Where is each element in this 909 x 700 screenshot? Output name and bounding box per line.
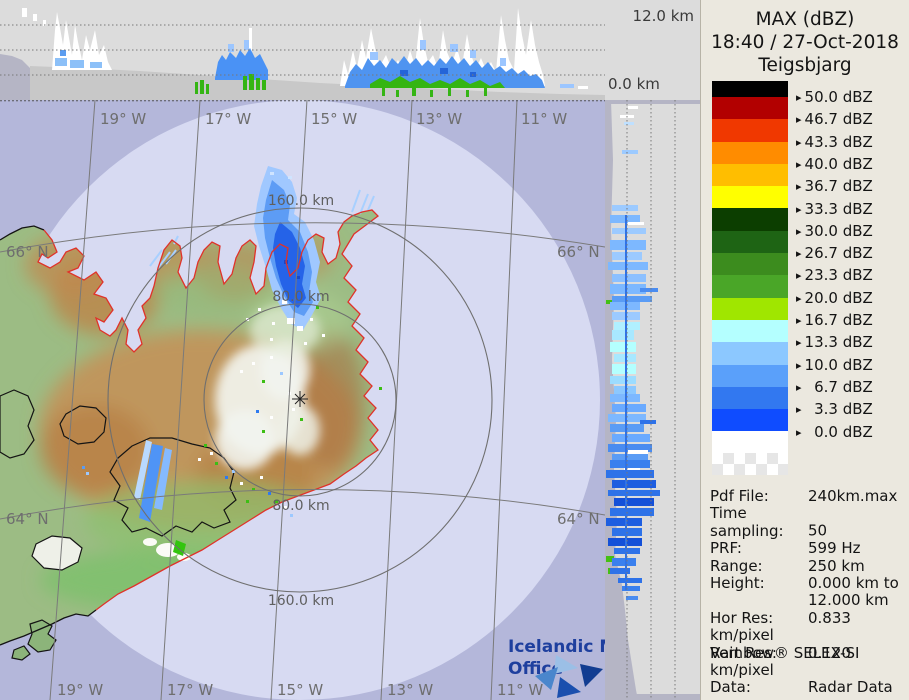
metadata-row: Hor Res: 0.833 km/pixel <box>710 608 851 645</box>
lon-label-bottom-15w: 15° W <box>277 681 323 699</box>
metadata-row: Height: 0.000 km to <box>710 574 899 593</box>
color-swatch-column <box>712 81 788 476</box>
lon-label-top-17w: 17° W <box>205 110 251 128</box>
lon-label-bottom-11w: 11° W <box>497 681 543 699</box>
tick-arrow-icon: ▸ <box>796 314 802 327</box>
station-name: Teigsbjarg <box>758 55 852 76</box>
scale-band <box>712 386 788 410</box>
height-axis-max-label: 12.0 km <box>632 7 694 25</box>
radar-display: 12.0 km 0.0 km 160.0 km 80.0 km 80.0 km … <box>0 0 909 700</box>
product-title: MAX (dBZ) <box>755 9 855 30</box>
scale-band <box>712 119 788 142</box>
tick-arrow-icon: ▸ <box>796 180 802 194</box>
scale-label: ▸ 36.7 dBZ <box>796 177 873 196</box>
transparent-band <box>712 453 788 476</box>
tick-arrow-icon: ▸ <box>796 425 802 439</box>
scale-label: ▸ 46.7 dBZ <box>796 110 873 129</box>
top-height-profile <box>0 0 605 100</box>
lon-label-top-15w: 15° W <box>311 110 357 128</box>
white-band <box>712 431 788 454</box>
scale-label: ▸ 3.3 dBZ <box>796 400 873 419</box>
metadata-row: 12.000 km <box>808 591 889 610</box>
lat-label-left-66n: 66° N <box>6 243 49 261</box>
tick-arrow-icon: ▸ <box>796 358 802 372</box>
scale-band <box>712 141 788 164</box>
metadata-row: PRF: 599 Hz <box>710 539 861 558</box>
tick-arrow-icon: ▸ <box>796 135 802 149</box>
scale-band <box>712 409 788 432</box>
height-axis-min-label: 0.0 km <box>608 75 660 93</box>
tick-arrow-icon: ▸ <box>796 380 802 394</box>
tick-arrow-icon: ▸ <box>796 157 802 171</box>
scale-band <box>712 297 788 320</box>
scale-label: ▸ 6.7 dBZ <box>796 377 873 396</box>
scale-band <box>712 275 788 298</box>
metadata-row: Time sampling: 50 <box>710 504 828 540</box>
scale-label: ▸ 26.7 dBZ <box>796 244 873 263</box>
tick-arrow-icon: ▸ <box>796 224 802 238</box>
lon-label-top-13w: 13° W <box>416 110 462 128</box>
scale-label: ▸ 20.0 dBZ <box>796 288 873 307</box>
tick-arrow-icon: ▸ <box>796 269 802 283</box>
map-edge-bar-top <box>605 100 700 104</box>
metadata-row: Data: Radar Data <box>710 678 893 697</box>
radar-map: 160.0 km 80.0 km 80.0 km 160.0 km 19° W … <box>0 100 605 700</box>
tick-arrow-icon: ▸ <box>796 336 802 350</box>
tick-arrow-icon: ▸ <box>796 202 802 216</box>
legend-panel: MAX (dBZ) 18:40 / 27-Oct-2018 Teigsbjarg… <box>700 0 909 700</box>
tick-arrow-icon: ▸ <box>796 291 802 305</box>
lon-label-bottom-17w: 17° W <box>167 681 213 699</box>
scale-label: ▸ 0.0 dBZ <box>796 422 873 441</box>
lon-label-top-19w: 19° W <box>100 110 146 128</box>
lat-label-right-66n: 66° N <box>557 243 600 261</box>
ring-label-160-bottom: 160.0 km <box>268 593 334 609</box>
product-datetime: 18:40 / 27-Oct-2018 <box>711 32 899 53</box>
scale-band <box>712 186 788 209</box>
metadata-row: Range: 250 km <box>710 556 865 575</box>
product-metadata: Pdf File: 240km.max Time sampling: 50 PRF: 59… <box>710 487 906 697</box>
scale-band <box>712 230 788 254</box>
map-edge-bar <box>605 694 700 700</box>
scale-label: ▸ 13.3 dBZ <box>796 333 873 352</box>
lat-label-right-64n: 64° N <box>557 510 600 528</box>
scale-label: ▸ 50.0 dBZ <box>796 88 873 106</box>
imo-logo-text-line1: Icelandic Met <box>508 637 605 657</box>
scale-label: ▸ 43.3 dBZ <box>796 132 873 151</box>
scale-band <box>712 208 788 231</box>
scale-band <box>712 319 788 343</box>
scale-band <box>712 81 788 97</box>
tick-arrow-icon: ▸ <box>796 91 802 104</box>
tick-arrow-icon: ▸ <box>796 113 802 127</box>
side-height-profile <box>605 100 700 700</box>
lat-label-left-64n: 64° N <box>6 510 49 528</box>
tick-arrow-icon: ▸ <box>796 403 802 417</box>
scale-band <box>712 253 788 276</box>
lon-label-bottom-13w: 13° W <box>387 681 433 699</box>
scale-label: ▸ 33.3 dBZ <box>796 199 873 218</box>
ring-label-160-top: 160.0 km <box>268 193 334 209</box>
height-axis-box: 12.0 km 0.0 km <box>605 0 700 100</box>
legend-title-block: MAX (dBZ) 18:40 / 27-Oct-2018 Teigsbjarg <box>701 8 909 77</box>
scale-band <box>712 342 788 365</box>
scale-band <box>712 364 788 387</box>
software-name: Rainbow® SELEX-SI <box>710 644 860 662</box>
tick-arrow-icon: ▸ <box>796 247 802 261</box>
scale-label: ▸ 10.0 dBZ <box>796 355 873 374</box>
scale-label: ▸ 16.7 dBZ <box>796 311 873 329</box>
lon-label-top-11w: 11° W <box>521 110 567 128</box>
scale-label: ▸ 40.0 dBZ <box>796 154 873 173</box>
scale-label: ▸ 30.0 dBZ <box>796 221 873 240</box>
ring-label-80-bottom: 80.0 km <box>272 498 329 514</box>
scale-band <box>712 163 788 187</box>
scale-band <box>712 97 788 120</box>
lon-label-bottom-19w: 19° W <box>57 681 103 699</box>
metadata-row: Pdf File: 240km.max <box>710 487 898 505</box>
ring-label-80-top: 80.0 km <box>272 289 329 305</box>
scale-label: ▸ 23.3 dBZ <box>796 266 873 285</box>
